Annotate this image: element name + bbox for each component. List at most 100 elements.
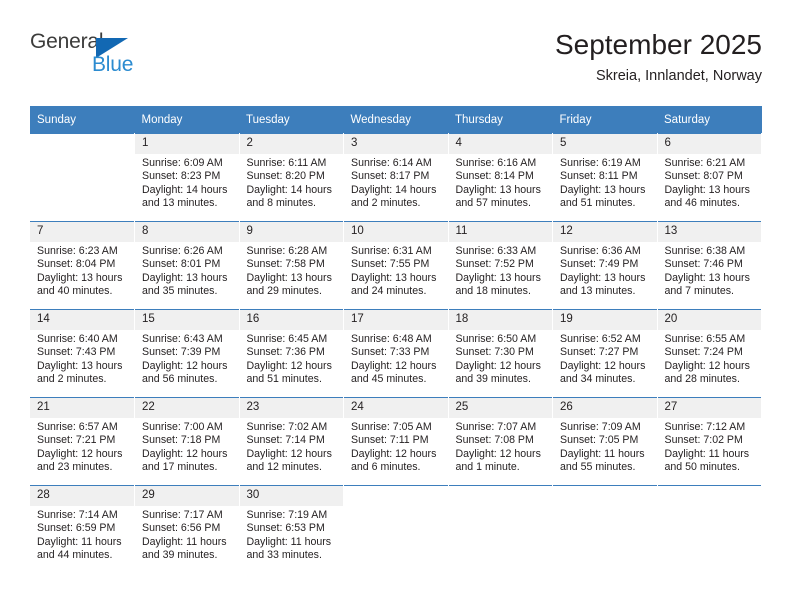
daylight-text-line1: Daylight: 11 hours	[142, 535, 227, 548]
calendar-day-cell[interactable]: 12 Sunrise: 6:36 AM Sunset: 7:49 PM Dayligh…	[552, 221, 658, 310]
daylight-text-line2: and 6 minutes.	[351, 461, 421, 474]
sunrise-text: Sunrise: 6:50 AM	[455, 333, 537, 345]
sunset-text: Sunset: 7:02 PM	[664, 434, 743, 447]
calendar-day-cell[interactable]: 25 Sunrise: 7:07 AM Sunset: 7:08 PM Dayligh…	[448, 397, 553, 486]
day-number: 22	[135, 398, 239, 418]
daylight-text-line2: and 56 minutes.	[142, 373, 218, 386]
daylight-text-line1: Daylight: 12 hours	[142, 359, 228, 372]
calendar-day-cell[interactable]: 29 Sunrise: 7:17 AM Sunset: 6:56 PM Dayligh…	[134, 485, 240, 573]
calendar-day-cell[interactable]: 24 Sunrise: 7:05 AM Sunset: 7:11 PM Dayligh…	[343, 397, 449, 486]
sun-info: Sunrise: 6:28 AM Sunset: 7:58 PM Daylight:…	[240, 242, 344, 299]
daylight-text-line1: Daylight: 12 hours	[664, 359, 750, 372]
sunset-text: Sunset: 7:36 PM	[246, 346, 325, 359]
daylight-text-line1: Daylight: 13 hours	[664, 183, 750, 196]
calendar-day-cell[interactable]: 13 Sunrise: 6:38 AM Sunset: 7:46 PM Dayligh…	[657, 221, 762, 310]
daylight-text-line1: Daylight: 12 hours	[455, 447, 541, 460]
day-number: 23	[239, 398, 343, 418]
calendar-day-cell[interactable]: 16 Sunrise: 6:45 AM Sunset: 7:36 PM Dayligh…	[239, 309, 344, 398]
day-number: 7	[30, 222, 134, 242]
sun-info: Sunrise: 6:55 AM Sunset: 7:24 PM Daylight:…	[658, 330, 762, 387]
daylight-text-line1: Daylight: 12 hours	[351, 359, 437, 372]
calendar-day-cell[interactable]: 30 Sunrise: 7:19 AM Sunset: 6:53 PM Dayligh…	[239, 485, 344, 573]
sun-info: Sunrise: 7:07 AM Sunset: 7:08 PM Daylight:…	[449, 418, 553, 475]
calendar-day-cell[interactable]: 8 Sunrise: 6:26 AM Sunset: 8:01 PM Daylight…	[134, 221, 240, 310]
calendar-day-cell[interactable]: 28 Sunrise: 7:14 AM Sunset: 6:59 PM Dayligh…	[30, 485, 135, 573]
sunset-text: Sunset: 7:49 PM	[560, 258, 639, 271]
daylight-text-line2: and 7 minutes.	[664, 285, 735, 298]
calendar-day-cell[interactable]: 6 Sunrise: 6:21 AM Sunset: 8:07 PM Daylight…	[657, 133, 762, 222]
sunset-text: Sunset: 8:17 PM	[351, 170, 430, 183]
weekday-header-monday: Monday	[134, 106, 239, 134]
calendar-day-cell[interactable]: 15 Sunrise: 6:43 AM Sunset: 7:39 PM Dayligh…	[134, 309, 240, 398]
daylight-text-line1: Daylight: 12 hours	[455, 359, 541, 372]
calendar-day-cell[interactable]: 4 Sunrise: 6:16 AM Sunset: 8:14 PM Daylight…	[448, 133, 553, 222]
calendar-week-row: 14 Sunrise: 6:40 AM Sunset: 7:43 PM Dayligh…	[30, 309, 762, 398]
sun-info: Sunrise: 6:45 AM Sunset: 7:36 PM Daylight:…	[240, 330, 344, 387]
calendar-day-cell[interactable]: 19 Sunrise: 6:52 AM Sunset: 7:27 PM Dayligh…	[552, 309, 658, 398]
daylight-text-line1: Daylight: 11 hours	[246, 535, 332, 548]
daylight-text-line1: Daylight: 13 hours	[142, 271, 228, 284]
calendar-day-cell[interactable]: 17 Sunrise: 6:48 AM Sunset: 7:33 PM Dayligh…	[343, 309, 449, 398]
daylight-text-line2: and 17 minutes.	[142, 461, 218, 474]
sunrise-text: Sunrise: 6:40 AM	[37, 333, 118, 345]
sunset-text: Sunset: 7:11 PM	[351, 434, 429, 447]
calendar-day-cell[interactable]: 27 Sunrise: 7:12 AM Sunset: 7:02 PM Dayligh…	[657, 397, 762, 486]
calendar-day-cell[interactable]: 9 Sunrise: 6:28 AM Sunset: 7:58 PM Daylight…	[239, 221, 344, 310]
calendar-day-cell[interactable]: 1 Sunrise: 6:09 AM Sunset: 8:23 PM Daylight…	[134, 133, 240, 222]
sun-info: Sunrise: 6:38 AM Sunset: 7:46 PM Daylight:…	[658, 242, 762, 299]
sun-info: Sunrise: 7:19 AM Sunset: 6:53 PM Daylight:…	[240, 506, 344, 563]
calendar-day-cell[interactable]: 11 Sunrise: 6:33 AM Sunset: 7:52 PM Dayligh…	[448, 221, 553, 310]
calendar-week-row: 21 Sunrise: 6:57 AM Sunset: 7:21 PM Dayligh…	[30, 397, 762, 486]
calendar-day-cell[interactable]: 14 Sunrise: 6:40 AM Sunset: 7:43 PM Dayligh…	[30, 309, 135, 398]
sun-info: Sunrise: 6:21 AM Sunset: 8:07 PM Daylight:…	[658, 154, 762, 211]
daylight-text-line2: and 44 minutes.	[37, 549, 113, 562]
daylight-text-line1: Daylight: 12 hours	[246, 447, 332, 460]
daylight-text-line2: and 29 minutes.	[246, 285, 322, 298]
daylight-text-line1: Daylight: 13 hours	[664, 271, 750, 284]
sunrise-text: Sunrise: 6:48 AM	[351, 333, 432, 345]
calendar-day-cell[interactable]: 22 Sunrise: 7:00 AM Sunset: 7:18 PM Dayligh…	[134, 397, 240, 486]
sunrise-text: Sunrise: 6:45 AM	[246, 333, 328, 345]
weekday-header-row: Sunday Monday Tuesday Wednesday Thursday…	[30, 106, 762, 134]
calendar-day-cell[interactable]: 7 Sunrise: 6:23 AM Sunset: 8:04 PM Daylight…	[30, 221, 135, 310]
sun-info: Sunrise: 6:57 AM Sunset: 7:21 PM Daylight:…	[30, 418, 134, 475]
daylight-text-line1: Daylight: 13 hours	[455, 183, 541, 196]
day-number: 6	[657, 134, 761, 154]
calendar-day-cell[interactable]: 26 Sunrise: 7:09 AM Sunset: 7:05 PM Dayligh…	[552, 397, 658, 486]
calendar-day-cell[interactable]: 18 Sunrise: 6:50 AM Sunset: 7:30 PM Dayligh…	[448, 309, 553, 398]
calendar-day-cell[interactable]: 2 Sunrise: 6:11 AM Sunset: 8:20 PM Daylight…	[239, 133, 344, 222]
calendar-empty-cell	[448, 485, 553, 573]
sunset-text: Sunset: 7:52 PM	[455, 258, 534, 271]
daylight-text-line1: Daylight: 12 hours	[351, 447, 437, 460]
page-subtitle: Skreia, Innlandet, Norway	[595, 68, 762, 84]
day-number: 30	[239, 486, 343, 506]
day-number: 25	[448, 398, 552, 418]
sunrise-text: Sunrise: 6:57 AM	[37, 421, 118, 433]
calendar-day-cell[interactable]: 20 Sunrise: 6:55 AM Sunset: 7:24 PM Dayligh…	[657, 309, 762, 398]
day-number: 2	[239, 134, 343, 154]
daylight-text-line2: and 39 minutes.	[455, 373, 531, 386]
daylight-text-line2: and 12 minutes.	[246, 461, 322, 474]
weekday-header-tuesday: Tuesday	[239, 106, 344, 134]
sunrise-text: Sunrise: 6:11 AM	[246, 157, 327, 169]
calendar-day-cell[interactable]: 21 Sunrise: 6:57 AM Sunset: 7:21 PM Dayligh…	[30, 397, 135, 486]
sunrise-text: Sunrise: 6:31 AM	[351, 245, 432, 257]
sunset-text: Sunset: 8:23 PM	[142, 170, 221, 183]
daylight-text-line1: Daylight: 12 hours	[37, 447, 123, 460]
sun-info: Sunrise: 6:14 AM Sunset: 8:17 PM Daylight:…	[344, 154, 448, 211]
daylight-text-line1: Daylight: 13 hours	[455, 271, 541, 284]
calendar-week-row: 7 Sunrise: 6:23 AM Sunset: 8:04 PM Daylight…	[30, 221, 762, 310]
sunrise-text: Sunrise: 7:12 AM	[664, 421, 746, 433]
day-number: 11	[448, 222, 552, 242]
sunset-text: Sunset: 7:58 PM	[246, 258, 325, 271]
weekday-header-saturday: Saturday	[657, 106, 762, 134]
sunset-text: Sunset: 7:33 PM	[351, 346, 430, 359]
sunset-text: Sunset: 7:08 PM	[455, 434, 534, 447]
sunrise-text: Sunrise: 6:14 AM	[351, 157, 432, 169]
day-number: 14	[30, 310, 134, 330]
calendar-day-cell[interactable]: 23 Sunrise: 7:02 AM Sunset: 7:14 PM Dayligh…	[239, 397, 344, 486]
calendar-day-cell[interactable]: 3 Sunrise: 6:14 AM Sunset: 8:17 PM Daylight…	[343, 133, 449, 222]
general-blue-logo[interactable]: General Blue	[30, 30, 160, 82]
calendar-day-cell[interactable]: 5 Sunrise: 6:19 AM Sunset: 8:11 PM Daylight…	[552, 133, 658, 222]
calendar-day-cell[interactable]: 10 Sunrise: 6:31 AM Sunset: 7:55 PM Dayligh…	[343, 221, 449, 310]
